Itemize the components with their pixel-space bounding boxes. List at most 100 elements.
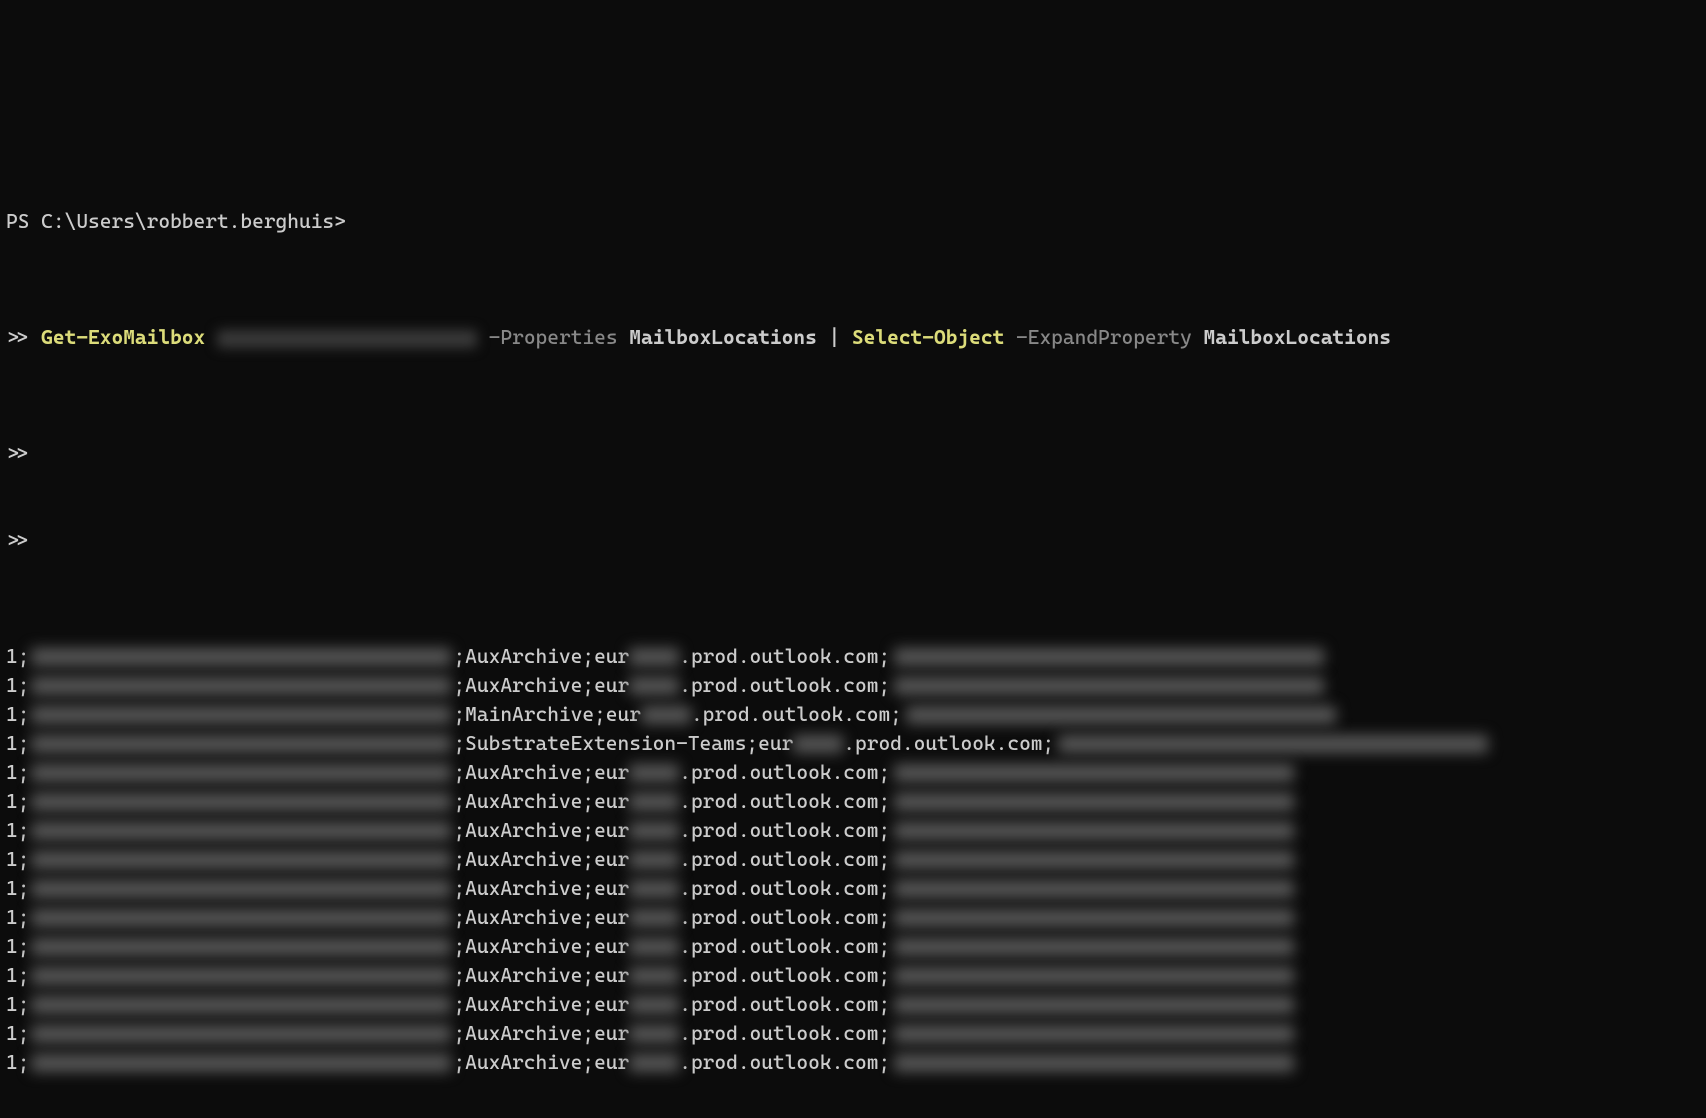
location-type: ;AuxArchive;eur bbox=[453, 961, 629, 990]
value-mailboxlocations-2: MailboxLocations bbox=[1204, 325, 1392, 349]
domain-suffix: .prod.outlook.com; bbox=[679, 758, 890, 787]
redacted-region bbox=[629, 967, 679, 985]
domain-suffix: .prod.outlook.com; bbox=[679, 671, 890, 700]
domain-suffix: .prod.outlook.com; bbox=[843, 729, 1054, 758]
pipe-operator: | bbox=[829, 325, 841, 349]
row-prefix: 1; bbox=[6, 961, 29, 990]
domain-suffix: .prod.outlook.com; bbox=[691, 700, 902, 729]
redacted-region bbox=[629, 822, 679, 840]
location-type: ;AuxArchive;eur bbox=[453, 1048, 629, 1077]
ps-prefix: PS bbox=[6, 209, 41, 233]
redacted-trailing bbox=[906, 706, 1336, 724]
output-row: 1;;AuxArchive;eur.prod.outlook.com; bbox=[6, 845, 1700, 874]
redacted-trailing bbox=[894, 793, 1294, 811]
domain-suffix: .prod.outlook.com; bbox=[679, 990, 890, 1019]
redacted-region bbox=[629, 677, 679, 695]
redacted-trailing bbox=[894, 1025, 1294, 1043]
row-prefix: 1; bbox=[6, 729, 29, 758]
output-block: 1; ;AuxArchive;eur .prod.outlook.com; 1; ;Au… bbox=[6, 642, 1700, 1077]
redacted-region bbox=[793, 735, 843, 753]
redacted-guid bbox=[31, 938, 451, 956]
redacted-region bbox=[629, 996, 679, 1014]
prompt-arrow: > bbox=[334, 209, 346, 233]
output-row: 1;;AuxArchive;eur.prod.outlook.com; bbox=[6, 671, 1700, 700]
row-prefix: 1; bbox=[6, 1048, 29, 1077]
redacted-region bbox=[629, 938, 679, 956]
location-type: ;AuxArchive;eur bbox=[453, 758, 629, 787]
output-row: 1; ;AuxArchive;eur .prod.outlook.com; bbox=[6, 932, 1700, 961]
row-prefix: 1; bbox=[6, 903, 29, 932]
redacted-guid bbox=[31, 1025, 451, 1043]
redacted-guid bbox=[31, 677, 451, 695]
output-row: 1; ;AuxArchive;eur .prod.outlook.com; bbox=[6, 903, 1700, 932]
redacted-trailing bbox=[1058, 735, 1488, 753]
cwd-path: C:\Users\robbert.berghuis bbox=[41, 209, 334, 233]
output-row: 1; ;AuxArchive;eur .prod.outlook.com; bbox=[6, 787, 1700, 816]
row-prefix: 1; bbox=[6, 700, 29, 729]
redacted-guid bbox=[31, 967, 451, 985]
redacted-guid bbox=[31, 764, 451, 782]
row-prefix: 1; bbox=[6, 874, 29, 903]
domain-suffix: .prod.outlook.com; bbox=[679, 874, 890, 903]
domain-suffix: .prod.outlook.com; bbox=[679, 845, 890, 874]
redacted-trailing bbox=[894, 677, 1324, 695]
redacted-trailing bbox=[894, 880, 1294, 898]
param-properties: -Properties bbox=[489, 325, 618, 349]
domain-suffix: .prod.outlook.com; bbox=[679, 903, 890, 932]
row-prefix: 1; bbox=[6, 787, 29, 816]
domain-suffix: .prod.outlook.com; bbox=[679, 787, 890, 816]
output-row: 1; ;SubstrateExtension-Teams;eur .prod.out… bbox=[6, 729, 1700, 758]
redacted-region bbox=[629, 793, 679, 811]
row-prefix: 1; bbox=[6, 932, 29, 961]
row-prefix: 1; bbox=[6, 816, 29, 845]
redacted-guid bbox=[31, 822, 451, 840]
redacted-trailing bbox=[894, 996, 1294, 1014]
redacted-trailing bbox=[894, 909, 1294, 927]
row-prefix: 1; bbox=[6, 845, 29, 874]
location-type: ;AuxArchive;eur bbox=[453, 787, 629, 816]
output-row: 1;;AuxArchive;eur.prod.outlook.com; bbox=[6, 961, 1700, 990]
domain-suffix: .prod.outlook.com; bbox=[679, 642, 890, 671]
location-type: ;AuxArchive;eur bbox=[453, 816, 629, 845]
location-type: ;AuxArchive;eur bbox=[453, 932, 629, 961]
redacted-trailing bbox=[894, 648, 1324, 666]
continuation-prompt: >> bbox=[6, 325, 41, 349]
terminal-output[interactable]: PS C:\Users\robbert.berghuis> >> Get-Exo… bbox=[6, 120, 1700, 1118]
row-prefix: 1; bbox=[6, 642, 29, 671]
redacted-region bbox=[629, 851, 679, 869]
redacted-region bbox=[641, 706, 691, 724]
redacted-guid bbox=[31, 648, 451, 666]
cmdlet-get-exomailbox: Get-ExoMailbox bbox=[41, 325, 205, 349]
prompt-line: PS C:\Users\robbert.berghuis> bbox=[6, 207, 1700, 236]
location-type: ;AuxArchive;eur bbox=[453, 642, 629, 671]
redacted-guid bbox=[31, 851, 451, 869]
domain-suffix: .prod.outlook.com; bbox=[679, 1019, 890, 1048]
command-line: >> Get-ExoMailbox -Properties MailboxLoc… bbox=[6, 323, 1700, 352]
redacted-guid bbox=[31, 1054, 451, 1072]
location-type: ;AuxArchive;eur bbox=[453, 903, 629, 932]
redacted-guid bbox=[31, 735, 451, 753]
output-row: 1; ;AuxArchive;eur .prod.outlook.com; bbox=[6, 1048, 1700, 1077]
redacted-region bbox=[629, 764, 679, 782]
continuation-empty: >> bbox=[6, 526, 1700, 555]
redacted-guid bbox=[31, 706, 451, 724]
redacted-region bbox=[629, 1054, 679, 1072]
domain-suffix: .prod.outlook.com; bbox=[679, 816, 890, 845]
domain-suffix: .prod.outlook.com; bbox=[679, 932, 890, 961]
location-type: ;MainArchive;eur bbox=[453, 700, 641, 729]
domain-suffix: .prod.outlook.com; bbox=[679, 1048, 890, 1077]
output-row: 1; ;AuxArchive;eur .prod.outlook.com; bbox=[6, 642, 1700, 671]
param-expandproperty: -ExpandProperty bbox=[1016, 325, 1192, 349]
location-type: ;SubstrateExtension-Teams;eur bbox=[453, 729, 793, 758]
continuation-empty: >> bbox=[6, 439, 1700, 468]
redacted-identity bbox=[217, 330, 477, 348]
redacted-trailing bbox=[894, 967, 1294, 985]
output-row: 1; ;MainArchive;eur .prod.outlook.com; bbox=[6, 700, 1700, 729]
redacted-trailing bbox=[894, 1054, 1294, 1072]
output-row: 1;;AuxArchive;eur.prod.outlook.com; bbox=[6, 1019, 1700, 1048]
redacted-region bbox=[629, 648, 679, 666]
location-type: ;AuxArchive;eur bbox=[453, 1019, 629, 1048]
location-type: ;AuxArchive;eur bbox=[453, 874, 629, 903]
redacted-region bbox=[629, 909, 679, 927]
redacted-guid bbox=[31, 880, 451, 898]
